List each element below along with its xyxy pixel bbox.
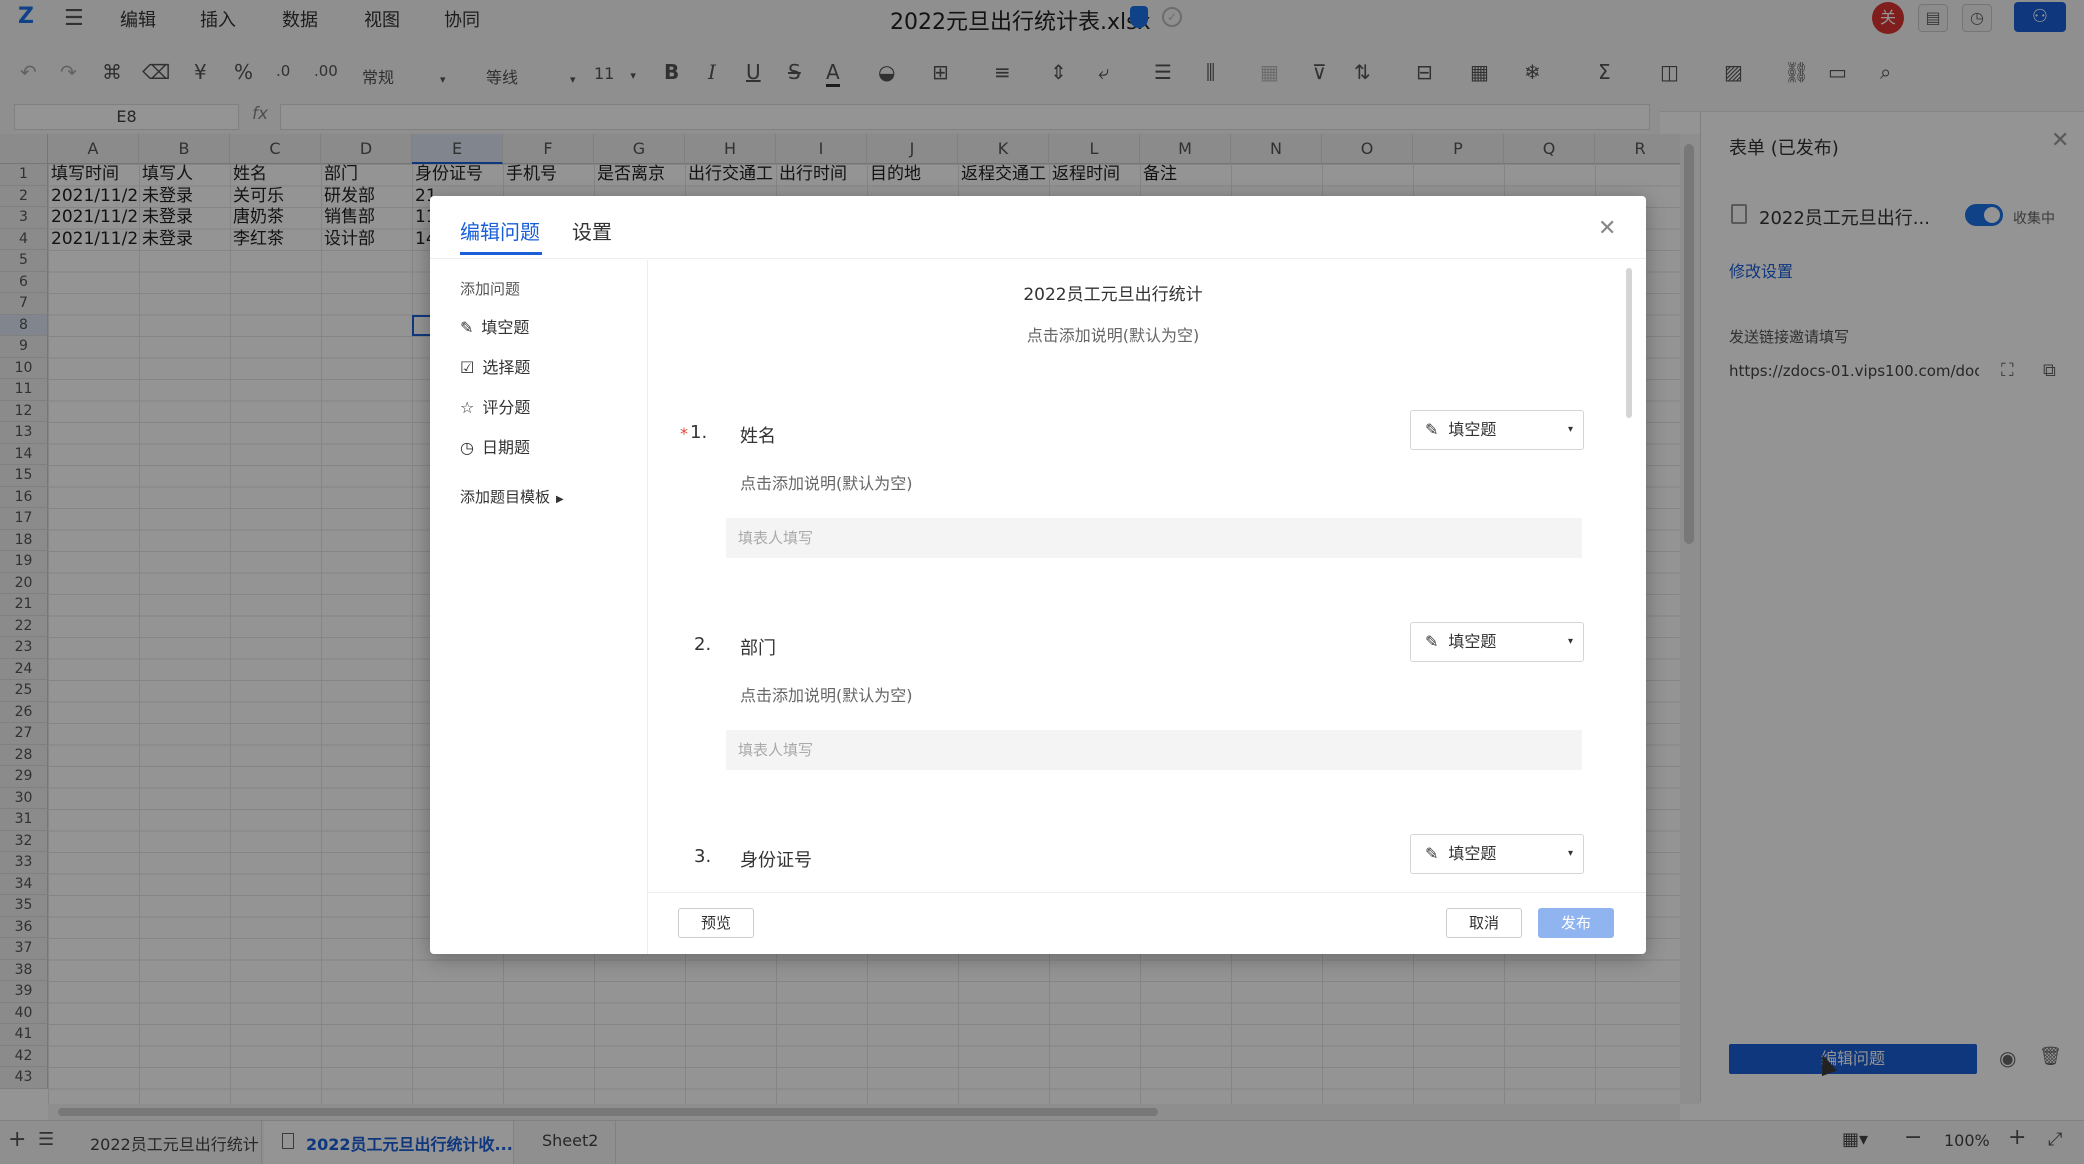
question-title[interactable]: 部门	[740, 634, 776, 660]
chevron-down-icon: ▾	[1567, 636, 1573, 647]
tab-settings[interactable]: 设置	[572, 216, 612, 245]
form-description[interactable]: 点击添加说明(默认为空)	[648, 322, 1578, 346]
question-type-select[interactable]: ✎ 填空题 ▾	[1410, 410, 1584, 450]
tab-edit-questions[interactable]: 编辑问题	[460, 216, 540, 245]
required-mark: *	[680, 424, 688, 443]
form-scroll-thumb[interactable]	[1626, 268, 1632, 418]
add-choice[interactable]: ☑ 选择题	[460, 354, 530, 378]
edit-form-dialog: 编辑问题 设置 ✕ 添加问题 ✎ 填空题 ☑ 选择题 ☆ 评分题 ◷ 日期题 添加题目模…	[430, 196, 1646, 954]
pencil-icon: ✎	[460, 318, 474, 337]
form-title[interactable]: 2022员工元旦出行统计	[648, 280, 1578, 305]
add-fill-blank[interactable]: ✎ 填空题	[460, 314, 529, 338]
question-description[interactable]: 点击添加说明(默认为空)	[740, 682, 913, 706]
pencil-icon: ✎	[1425, 844, 1439, 863]
add-question-label: 添加问题	[460, 280, 521, 298]
pencil-icon: ✎	[1425, 420, 1439, 439]
add-rating[interactable]: ☆ 评分题	[460, 394, 530, 418]
question-number: 3.	[694, 846, 712, 867]
clock-icon: ◷	[460, 438, 474, 457]
form-editor: 2022员工元旦出行统计 点击添加说明(默认为空) * 1. 姓名 ✎ 填空题 ▾ …	[648, 260, 1646, 892]
chevron-down-icon: ▾	[1567, 848, 1573, 859]
pencil-icon: ✎	[1425, 632, 1439, 651]
question-title[interactable]: 身份证号	[740, 846, 812, 872]
question-type-select[interactable]: ✎ 填空题 ▾	[1410, 834, 1584, 874]
caret-right-icon: ▶	[556, 494, 564, 505]
chevron-down-icon: ▾	[1567, 424, 1573, 435]
dialog-divider	[430, 258, 1646, 259]
add-date[interactable]: ◷ 日期题	[460, 434, 530, 458]
answer-placeholder: 填表人填写	[726, 518, 1582, 558]
preview-button[interactable]: 预览	[678, 908, 754, 938]
footer-divider	[648, 892, 1646, 893]
add-template[interactable]: 添加题目模板 ▶	[460, 486, 564, 507]
question-description[interactable]: 点击添加说明(默认为空)	[740, 470, 913, 494]
question-title[interactable]: 姓名	[740, 422, 776, 448]
publish-button[interactable]: 发布	[1538, 908, 1614, 938]
cancel-button[interactable]: 取消	[1446, 908, 1522, 938]
question-type-select[interactable]: ✎ 填空题 ▾	[1410, 622, 1584, 662]
question-number: 2.	[694, 634, 712, 655]
answer-placeholder: 填表人填写	[726, 730, 1582, 770]
active-tab-indicator	[460, 252, 542, 255]
checkbox-icon: ☑	[460, 358, 475, 377]
dialog-close-icon[interactable]: ✕	[1598, 216, 1616, 241]
add-question-panel: 添加问题 ✎ 填空题 ☑ 选择题 ☆ 评分题 ◷ 日期题 添加题目模板 ▶	[430, 260, 648, 954]
star-icon: ☆	[460, 398, 475, 417]
question-number: 1.	[690, 422, 708, 443]
